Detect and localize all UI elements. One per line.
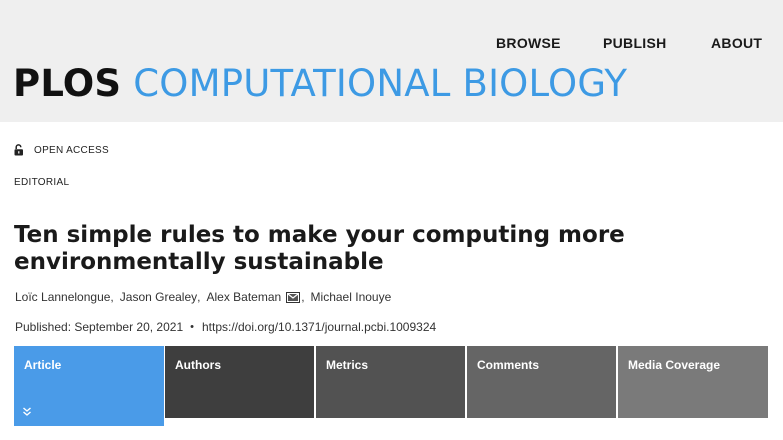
tab-label: Article <box>24 358 62 372</box>
article-tabs: Article Authors Metrics Comments Media C… <box>14 346 768 426</box>
doi-link[interactable]: https://doi.org/10.1371/journal.pcbi.100… <box>202 320 436 334</box>
tab-label: Authors <box>175 358 221 372</box>
mail-icon[interactable] <box>286 291 301 303</box>
bullet-separator: • <box>190 321 194 333</box>
open-access-label: OPEN ACCESS <box>34 144 109 156</box>
article-type-label: EDITORIAL <box>14 177 70 188</box>
tab-authors[interactable]: Authors <box>165 346 314 418</box>
tab-label: Metrics <box>326 358 369 372</box>
tab-comments[interactable]: Comments <box>467 346 616 418</box>
nav-publish-link[interactable]: PUBLISH <box>603 35 667 51</box>
tab-article[interactable]: Article <box>14 346 164 426</box>
tab-metrics[interactable]: Metrics <box>316 346 465 418</box>
tab-label: Media Coverage <box>628 358 721 372</box>
site-header: BROWSE PUBLISH ABOUT PLOS COMPUTATIONAL … <box>0 0 783 122</box>
open-lock-icon <box>14 144 24 156</box>
author-link[interactable]: Loïc Lannelongue <box>15 290 110 304</box>
published-date: Published: September 20, 2021 <box>15 320 184 334</box>
double-chevron-down-icon <box>22 406 32 418</box>
author-link[interactable]: Alex Bateman <box>206 290 281 304</box>
author-link[interactable]: Michael Inouye <box>311 290 392 304</box>
author-link[interactable]: Jason Grealey <box>120 290 197 304</box>
author-list: Loïc Lannelongue, Jason Grealey, Alex Ba… <box>15 290 392 304</box>
open-access-indicator: OPEN ACCESS <box>14 143 109 157</box>
nav-about-link[interactable]: ABOUT <box>711 35 762 51</box>
tab-label: Comments <box>477 358 540 372</box>
nav-browse-link[interactable]: BROWSE <box>496 35 561 51</box>
publication-info: Published: September 20, 2021 • https://… <box>15 320 436 334</box>
logo-plos: PLOS <box>13 62 122 105</box>
logo-journal-name: COMPUTATIONAL BIOLOGY <box>133 62 628 105</box>
journal-logo[interactable]: PLOS COMPUTATIONAL BIOLOGY <box>13 62 627 106</box>
tab-media-coverage[interactable]: Media Coverage <box>618 346 768 418</box>
article-title: Ten simple rules to make your computing … <box>14 222 625 275</box>
